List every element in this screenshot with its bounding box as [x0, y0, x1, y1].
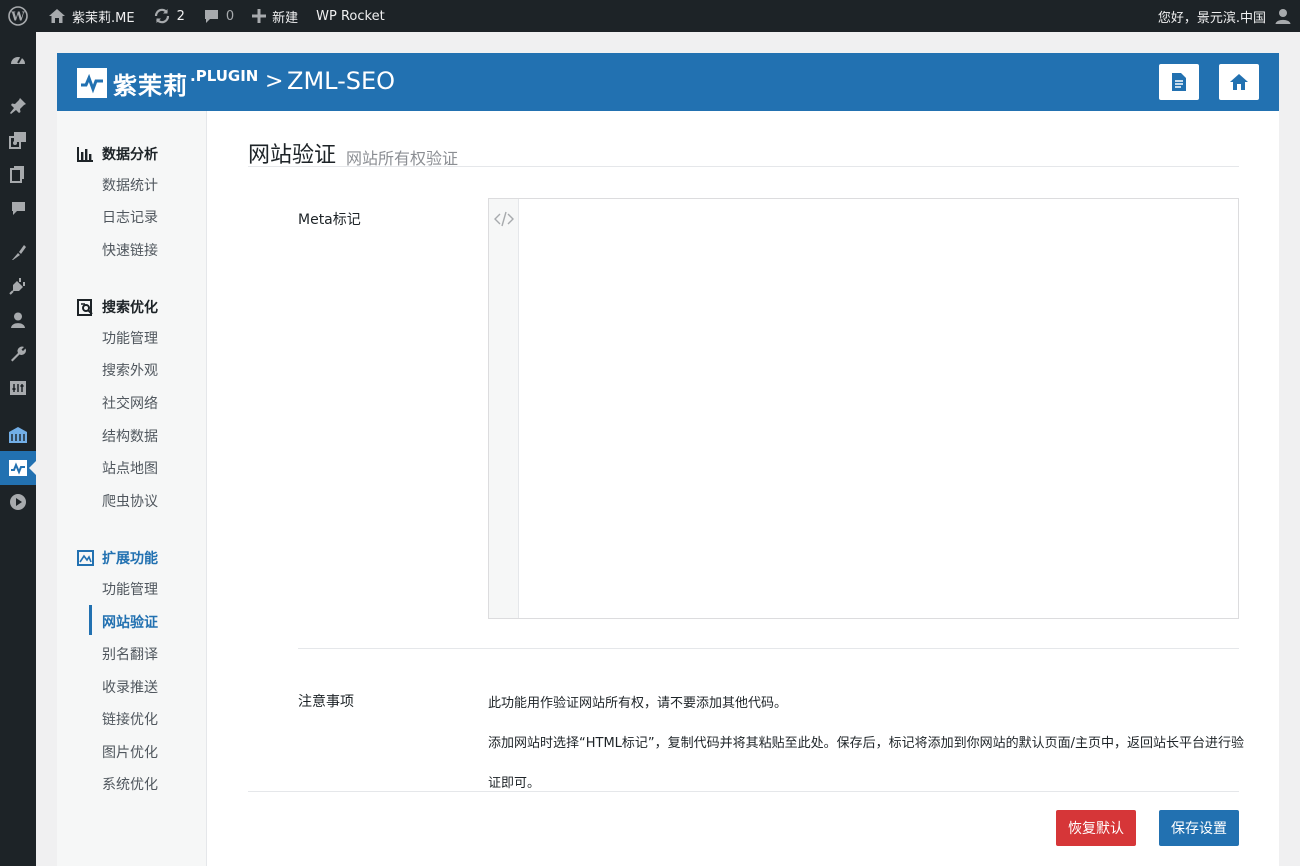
- sidebar-item-site-verification[interactable]: 网站验证: [102, 612, 158, 632]
- sidebar-item-alias-translation[interactable]: 别名翻译: [102, 644, 158, 664]
- home-button[interactable]: [1219, 64, 1259, 100]
- home-icon: [1230, 74, 1248, 90]
- plugin-header: 紫茉莉 .PLUGIN > ZML-SEO: [57, 53, 1279, 111]
- footer-divider: [248, 791, 1239, 792]
- sidebar-item-image-optimization[interactable]: 图片优化: [102, 742, 158, 762]
- zml-seo-icon[interactable]: [0, 451, 36, 485]
- sidebar-group-title: 数据分析: [102, 147, 158, 163]
- comments-icon[interactable]: [0, 191, 36, 225]
- sidebar-group-analytics: 数据分析: [77, 144, 158, 164]
- users-icon[interactable]: [0, 303, 36, 337]
- sidebar-group-title: 扩展功能: [102, 551, 158, 567]
- editor-gutter: [489, 199, 519, 618]
- dashboard-icon[interactable]: [0, 43, 36, 77]
- site-name-link[interactable]: 紫茉莉.ME: [41, 0, 142, 32]
- sidebar-item-logs[interactable]: 日志记录: [102, 207, 158, 227]
- reset-defaults-button[interactable]: 恢复默认: [1056, 810, 1136, 846]
- brand-name: 紫茉莉: [113, 72, 188, 100]
- sidebar-item-structured-data[interactable]: 结构数据: [102, 426, 158, 446]
- sidebar-group-search: 搜索优化: [77, 297, 158, 317]
- search-doc-icon: [77, 298, 94, 316]
- meta-tag-input[interactable]: [520, 199, 1238, 618]
- wp-rocket-link[interactable]: WP Rocket: [309, 0, 392, 32]
- plugin-sidebar: 数据分析 数据统计 日志记录 快速链接 搜索优化 功能管理 搜索外观 社交网络 …: [57, 111, 207, 866]
- home-icon: [48, 8, 66, 24]
- updates-icon: [153, 7, 171, 25]
- active-item-marker: [89, 605, 92, 635]
- sidebar-item-system-optimization[interactable]: 系统优化: [102, 774, 158, 794]
- svg-text:W: W: [10, 10, 25, 24]
- sidebar-group-title: 搜索优化: [102, 300, 158, 316]
- pages-icon[interactable]: [0, 157, 36, 191]
- pin-icon[interactable]: [0, 89, 36, 123]
- plugin-panel: 紫茉莉 .PLUGIN > ZML-SEO 数据分析 数据统计 日志记录 快速链…: [57, 53, 1279, 866]
- sidebar-item-sitemap[interactable]: 站点地图: [102, 458, 158, 478]
- plugin-grid-icon[interactable]: [0, 418, 36, 452]
- sidebar-item-index-push[interactable]: 收录推送: [102, 677, 158, 697]
- wp-rocket-label: WP Rocket: [316, 8, 385, 24]
- site-name: 紫茉莉.ME: [72, 10, 135, 26]
- sidebar-item-data-statistics[interactable]: 数据统计: [102, 175, 158, 195]
- sidebar-item-feature-management[interactable]: 功能管理: [102, 328, 158, 348]
- brand-suffix: .PLUGIN: [190, 67, 259, 85]
- updates-count: 2: [176, 8, 185, 24]
- user-avatar-icon: [1274, 7, 1292, 25]
- sidebar-item-search-appearance[interactable]: 搜索外观: [102, 360, 158, 380]
- meta-tag-editor: [488, 198, 1239, 619]
- note-line-2: 添加网站时选择“HTML标记”，复制代码并将其粘贴至此处。保存后，标记将添加到你…: [488, 736, 1245, 751]
- document-icon: [1172, 73, 1186, 91]
- comments-icon: [203, 8, 220, 25]
- plus-icon: [252, 9, 267, 23]
- comments-link[interactable]: 0: [196, 0, 241, 32]
- new-label: 新建: [272, 10, 299, 26]
- chart-bars-icon: [77, 146, 94, 162]
- notes-label: 注意事项: [298, 694, 354, 710]
- plugins-icon[interactable]: [0, 269, 36, 303]
- appearance-icon[interactable]: [0, 235, 36, 269]
- breadcrumb-separator-icon: >: [265, 69, 284, 94]
- meta-tag-label: Meta标记: [298, 212, 361, 228]
- extension-icon: [77, 550, 94, 566]
- play-icon[interactable]: [0, 485, 36, 519]
- admin-menu: [0, 32, 36, 866]
- tools-icon[interactable]: [0, 337, 36, 371]
- code-icon: [493, 211, 514, 227]
- admin-bar: W 紫茉莉.ME 2 0 新建 WP Rocket 您好，景元滨.中国: [0, 0, 1300, 32]
- wordpress-logo-icon: W: [8, 6, 28, 26]
- wordpress-logo-link[interactable]: W: [0, 0, 41, 32]
- note-line-1: 此功能用作验证网站所有权，请不要添加其他代码。: [488, 696, 788, 711]
- sidebar-item-link-optimization[interactable]: 链接优化: [102, 709, 158, 729]
- account-menu[interactable]: 您好，景元滨.中国: [1151, 0, 1300, 32]
- sidebar-item-robots[interactable]: 爬虫协议: [102, 491, 158, 511]
- greeting-text: 您好，景元滨.中国: [1157, 10, 1266, 26]
- page-title: 网站验证: [248, 143, 337, 168]
- zml-logo-icon: [77, 68, 107, 98]
- sidebar-item-social-networks[interactable]: 社交网络: [102, 393, 158, 413]
- sidebar-group-extensions: 扩展功能: [77, 548, 158, 568]
- comments-count: 0: [225, 8, 235, 24]
- media-icon[interactable]: [0, 123, 36, 157]
- new-content-link[interactable]: 新建: [245, 0, 305, 32]
- updates-link[interactable]: 2: [146, 0, 192, 32]
- document-button[interactable]: [1159, 64, 1199, 100]
- settings-icon[interactable]: [0, 371, 36, 405]
- save-settings-button[interactable]: 保存设置: [1159, 810, 1239, 846]
- field-divider: [298, 648, 1239, 649]
- title-divider: [248, 166, 1239, 167]
- sidebar-item-ext-feature-management[interactable]: 功能管理: [102, 579, 158, 599]
- plugin-title: ZML-SEO: [287, 67, 396, 95]
- note-line-3: 证即可。: [488, 776, 541, 791]
- sidebar-item-quick-links[interactable]: 快速链接: [102, 240, 158, 260]
